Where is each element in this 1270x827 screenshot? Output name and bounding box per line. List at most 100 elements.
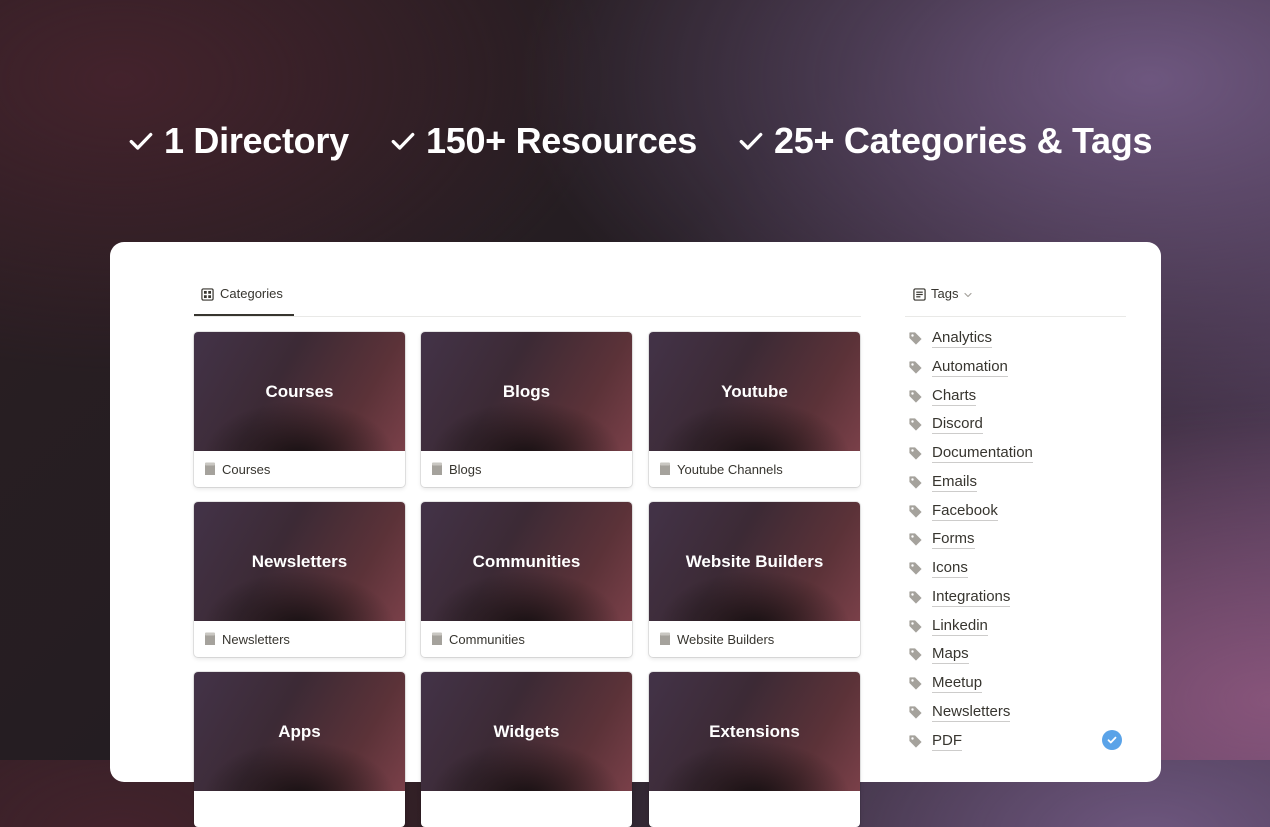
tag-item[interactable]: Discord bbox=[908, 412, 983, 436]
tag-label: PDF bbox=[932, 731, 962, 751]
cover-title: Newsletters bbox=[251, 551, 348, 571]
card-footer: Communities bbox=[421, 621, 632, 657]
tag-item[interactable]: Documentation bbox=[908, 441, 1033, 465]
tag-item[interactable]: Maps bbox=[908, 642, 969, 666]
tag-icon bbox=[909, 619, 922, 633]
tag-icon bbox=[909, 676, 922, 690]
tag-item[interactable]: PDF bbox=[908, 729, 962, 753]
check-badge[interactable] bbox=[1102, 730, 1122, 750]
tag-icon bbox=[909, 734, 922, 748]
page-icon bbox=[205, 632, 215, 645]
tag-icon bbox=[909, 532, 922, 546]
cover-title: Apps bbox=[278, 721, 321, 741]
list-icon bbox=[913, 288, 926, 301]
page-icon bbox=[660, 462, 670, 475]
cover-title: Extensions bbox=[709, 721, 800, 741]
card-footer: Youtube Channels bbox=[649, 451, 860, 487]
card-cover: Courses bbox=[194, 332, 405, 451]
gallery-card[interactable]: Extensions bbox=[649, 672, 860, 827]
tag-icon bbox=[909, 590, 922, 604]
card-footer: Blogs bbox=[421, 451, 632, 487]
tag-label: Newsletters bbox=[932, 702, 1011, 722]
page-icon bbox=[432, 462, 442, 475]
card-title: Youtube Channels bbox=[677, 461, 783, 477]
gallery-card[interactable]: Youtube Youtube Channels bbox=[649, 332, 860, 487]
feature-resources: 150+ Resources bbox=[390, 116, 697, 166]
tag-icon bbox=[909, 504, 922, 518]
page-icon bbox=[660, 632, 670, 645]
check-icon bbox=[1107, 736, 1117, 744]
feature-directory: 1 Directory bbox=[128, 116, 349, 166]
card-cover: Communities bbox=[421, 502, 632, 621]
tab-tags[interactable]: Tags bbox=[913, 286, 973, 310]
cover-title: Blogs bbox=[502, 381, 551, 401]
tag-label: Documentation bbox=[932, 443, 1033, 463]
tag-icon bbox=[909, 705, 922, 719]
tag-item[interactable]: Charts bbox=[908, 384, 977, 408]
card-title: Communities bbox=[449, 631, 525, 647]
tag-icon bbox=[909, 647, 922, 661]
tab-categories[interactable]: Categories bbox=[194, 286, 294, 316]
tag-label: Forms bbox=[932, 529, 975, 549]
tag-item[interactable]: Facebook bbox=[908, 499, 998, 523]
card-cover: Website Builders bbox=[649, 502, 860, 621]
tag-label: Emails bbox=[932, 472, 978, 492]
tag-item[interactable]: Emails bbox=[908, 470, 978, 494]
feature-categories-tags: 25+ Categories & Tags bbox=[738, 116, 1152, 166]
cover-title: Widgets bbox=[493, 721, 560, 741]
gallery-card[interactable]: Blogs Blogs bbox=[421, 332, 632, 487]
tag-label: Charts bbox=[932, 386, 977, 406]
card-cover: Widgets bbox=[421, 672, 632, 791]
tab-label: Tags bbox=[931, 286, 959, 301]
tag-item[interactable]: Meetup bbox=[908, 671, 983, 695]
page-icon bbox=[205, 462, 215, 475]
card-cover: Blogs bbox=[421, 332, 632, 451]
cover-title: Youtube bbox=[721, 381, 788, 401]
gallery-card[interactable]: Courses Courses bbox=[194, 332, 405, 487]
tag-item[interactable]: Analytics bbox=[908, 326, 993, 350]
tag-item[interactable]: Linkedin bbox=[908, 614, 988, 638]
check-icon bbox=[739, 132, 763, 150]
feature-label: 150+ Resources bbox=[426, 120, 697, 161]
tag-icon bbox=[909, 417, 922, 431]
card-title: Newsletters bbox=[222, 631, 290, 647]
feature-highlights: 1 Directory 150+ Resources 25+ Categorie… bbox=[0, 116, 1270, 166]
tag-icon bbox=[909, 475, 922, 489]
tag-label: Icons bbox=[932, 558, 968, 578]
tag-label: Maps bbox=[932, 644, 969, 664]
tag-item[interactable]: Newsletters bbox=[908, 700, 1011, 724]
tag-label: Discord bbox=[932, 414, 983, 434]
tag-label: Facebook bbox=[932, 501, 998, 521]
divider bbox=[905, 316, 1126, 317]
tag-label: Automation bbox=[932, 357, 1008, 377]
chevron-down-icon bbox=[964, 292, 973, 298]
tag-item[interactable]: Icons bbox=[908, 556, 968, 580]
card-cover: Youtube bbox=[649, 332, 860, 451]
card-footer: Newsletters bbox=[194, 621, 405, 657]
tag-icon bbox=[909, 331, 922, 345]
check-icon bbox=[129, 132, 153, 150]
tab-label: Categories bbox=[220, 286, 283, 301]
gallery-card[interactable]: Communities Communities bbox=[421, 502, 632, 657]
tag-icon bbox=[909, 389, 922, 403]
gallery-icon bbox=[201, 288, 214, 301]
directory-panel: Categories Tags Courses Courses Blogs Bl… bbox=[110, 242, 1161, 827]
card-cover: Extensions bbox=[649, 672, 860, 791]
tag-icon bbox=[909, 360, 922, 374]
tag-icon bbox=[909, 446, 922, 460]
card-cover: Apps bbox=[194, 672, 405, 791]
gallery-card[interactable]: Newsletters Newsletters bbox=[194, 502, 405, 657]
card-footer: Courses bbox=[194, 451, 405, 487]
tag-item[interactable]: Forms bbox=[908, 527, 975, 551]
tag-item[interactable]: Automation bbox=[908, 355, 1008, 379]
feature-label: 25+ Categories & Tags bbox=[774, 120, 1153, 161]
gallery-card[interactable]: Apps bbox=[194, 672, 405, 827]
gallery-card[interactable]: Widgets bbox=[421, 672, 632, 827]
tag-item[interactable]: Integrations bbox=[908, 585, 1011, 609]
gallery-card[interactable]: Website Builders Website Builders bbox=[649, 502, 860, 657]
tag-label: Analytics bbox=[932, 328, 993, 348]
card-title: Blogs bbox=[449, 461, 482, 477]
card-title: Courses bbox=[222, 461, 271, 477]
cover-title: Courses bbox=[265, 381, 334, 401]
tag-label: Integrations bbox=[932, 587, 1011, 607]
